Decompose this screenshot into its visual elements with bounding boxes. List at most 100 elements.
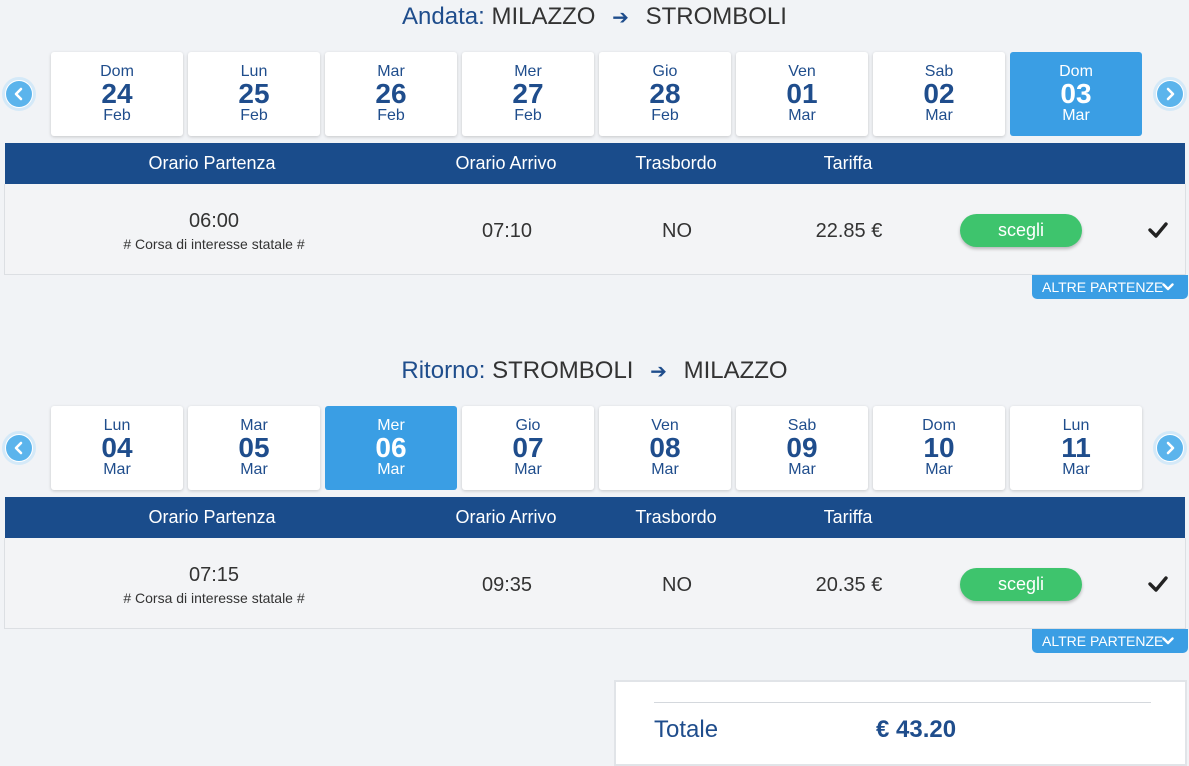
return-from: STROMBOLI [492,357,634,384]
header-departure: Orario Partenza [148,507,276,527]
day-number: 01 [786,78,818,109]
chevron-left-icon [6,435,32,461]
outbound-more-departures-button[interactable]: ALTRE PARTENZE [1032,275,1188,299]
chevron-right-icon [1157,81,1183,107]
total-label: Totale [654,716,719,743]
return-day-3[interactable]: Gio 07 Mar [462,406,594,490]
day-month: Feb [240,107,268,124]
day-number: 03 [1060,78,1092,109]
header-fare: Tariffa [823,153,873,173]
more-departures-label: ALTRE PARTENZE [1042,633,1164,649]
more-departures-label: ALTRE PARTENZE [1042,279,1164,295]
total-box: Totale € 43.20 [614,680,1187,766]
header-fare: Tariffa [823,507,873,527]
outbound-day-0[interactable]: Dom 24 Feb [51,52,183,136]
departure-time: 07:15 [188,564,240,586]
day-month: Mar [1062,107,1090,124]
day-number: 07 [512,432,544,463]
day-number: 11 [1061,432,1091,463]
return-day-6[interactable]: Dom 10 Mar [873,406,1005,490]
chevron-down-icon [1162,283,1174,291]
return-section: Ritorno: STROMBOLI ➔ MILAZZO Lun 04 Mar … [0,356,1189,656]
return-day-1[interactable]: Mar 05 Mar [188,406,320,490]
outbound-title: Andata: MILAZZO ➔ STROMBOLI [0,2,1189,33]
outbound-day-2[interactable]: Mar 26 Feb [325,52,457,136]
day-month: Mar [514,461,542,478]
day-month: Mar [240,461,268,478]
return-table-header: Orario Partenza Orario Arrivo Trasbordo … [5,497,1185,538]
return-day-7[interactable]: Lun 11 Mar [1010,406,1142,490]
check-icon [1148,576,1168,592]
transfer-value: NO [662,220,692,242]
choose-button[interactable]: scegli [960,568,1082,601]
chevron-down-icon [1162,637,1174,645]
outbound-trip-row: 06:00 # Corsa di interesse statale # 07:… [4,184,1186,275]
fare-value: 22.85 € [815,220,883,242]
return-more-departures-button[interactable]: ALTRE PARTENZE [1032,629,1188,653]
outbound-day-1[interactable]: Lun 25 Feb [188,52,320,136]
outbound-from: MILAZZO [491,3,596,30]
return-day-2-selected[interactable]: Mer 06 Mar [325,406,457,490]
day-month: Mar [925,107,953,124]
return-to: MILAZZO [683,357,788,384]
day-number: 24 [101,78,133,109]
outbound-date-strip: Dom 24 Feb Lun 25 Feb Mar 26 Feb Mer 27 … [0,50,1189,136]
transfer-value: NO [662,574,692,596]
day-month: Mar [103,461,131,478]
return-label: Ritorno: [401,357,486,384]
arrow-right-icon: ➔ [612,7,629,29]
return-date-strip: Lun 04 Mar Mar 05 Mar Mer 06 Mar Gio 07 … [0,404,1189,490]
day-month: Mar [788,107,816,124]
return-title: Ritorno: STROMBOLI ➔ MILAZZO [0,356,1189,387]
day-number: 25 [238,78,270,109]
header-departure: Orario Partenza [148,153,276,173]
day-month: Mar [788,461,816,478]
outbound-to: STROMBOLI [645,3,787,30]
day-number: 10 [923,432,955,463]
return-next-dates-button[interactable] [1153,431,1187,465]
outbound-label: Andata: [402,3,485,30]
day-number: 26 [375,78,407,109]
return-day-4[interactable]: Ven 08 Mar [599,406,731,490]
day-number: 27 [512,78,544,109]
total-value: € 43.20 [876,716,957,743]
chevron-right-icon [1157,435,1183,461]
header-transfer: Trasbordo [635,507,717,527]
day-number: 28 [649,78,681,109]
return-day-0[interactable]: Lun 04 Mar [51,406,183,490]
day-number: 04 [101,432,133,463]
outbound-section: Andata: MILAZZO ➔ STROMBOLI Dom 24 Feb L… [0,2,1189,299]
header-transfer: Trasbordo [635,153,717,173]
day-number: 08 [649,432,681,463]
return-prev-dates-button[interactable] [2,431,36,465]
chevron-left-icon [6,81,32,107]
arrow-right-icon: ➔ [650,361,667,383]
outbound-day-3[interactable]: Mer 27 Feb [462,52,594,136]
total-divider [654,702,1151,703]
day-number: 02 [923,78,955,109]
departure-note: # Corsa di interesse statale # [123,590,305,606]
day-month: Feb [514,107,542,124]
fare-value: 20.35 € [815,574,883,596]
day-month: Mar [925,461,953,478]
day-month: Mar [377,461,405,478]
day-month: Feb [103,107,131,124]
day-number: 06 [375,432,407,463]
return-day-5[interactable]: Sab 09 Mar [736,406,868,490]
day-month: Mar [651,461,679,478]
outbound-next-dates-button[interactable] [1153,77,1187,111]
outbound-day-7-selected[interactable]: Dom 03 Mar [1010,52,1142,136]
return-trip-row: 07:15 # Corsa di interesse statale # 09:… [4,538,1186,629]
outbound-prev-dates-button[interactable] [2,77,36,111]
outbound-day-4[interactable]: Gio 28 Feb [599,52,731,136]
outbound-day-6[interactable]: Sab 02 Mar [873,52,1005,136]
outbound-table-header: Orario Partenza Orario Arrivo Trasbordo … [5,143,1185,184]
day-month: Mar [1062,461,1090,478]
check-icon [1148,222,1168,238]
outbound-day-5[interactable]: Ven 01 Mar [736,52,868,136]
choose-button[interactable]: scegli [960,214,1082,247]
day-month: Feb [377,107,405,124]
departure-note: # Corsa di interesse statale # [123,236,305,252]
day-number: 05 [238,432,270,463]
departure-time: 06:00 [188,210,240,232]
